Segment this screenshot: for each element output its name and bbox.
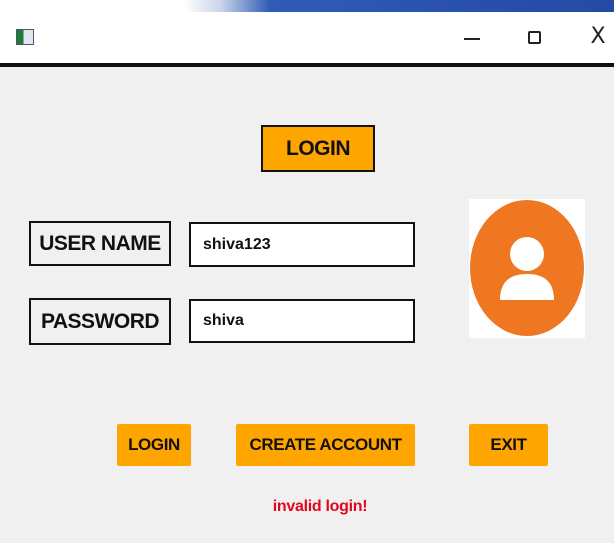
maximize-icon [527,30,541,44]
exit-button[interactable]: EXIT [469,424,548,466]
maximize-button[interactable] [514,20,554,54]
form-title: LOGIN [261,125,375,172]
close-button[interactable]: X [578,20,614,54]
username-field[interactable] [189,222,415,267]
minimize-icon [464,38,480,40]
avatar-head [510,237,544,271]
window-top-border [0,0,614,12]
login-window: X LOGIN USER NAME PASSWORD LOGIN CREATE … [0,0,614,543]
password-field[interactable] [189,299,415,343]
status-message: invalid login! [272,498,368,515]
minimize-button[interactable] [452,20,492,54]
user-avatar-icon [470,200,584,336]
create-account-button[interactable]: CREATE ACCOUNT [236,424,415,466]
password-label: PASSWORD [29,298,171,345]
username-label: USER NAME [29,221,171,266]
title-bar[interactable]: X [0,12,614,67]
avatar [469,199,585,338]
login-button[interactable]: LOGIN [117,424,191,466]
app-window-icon [16,29,34,45]
close-icon: X [590,24,606,49]
